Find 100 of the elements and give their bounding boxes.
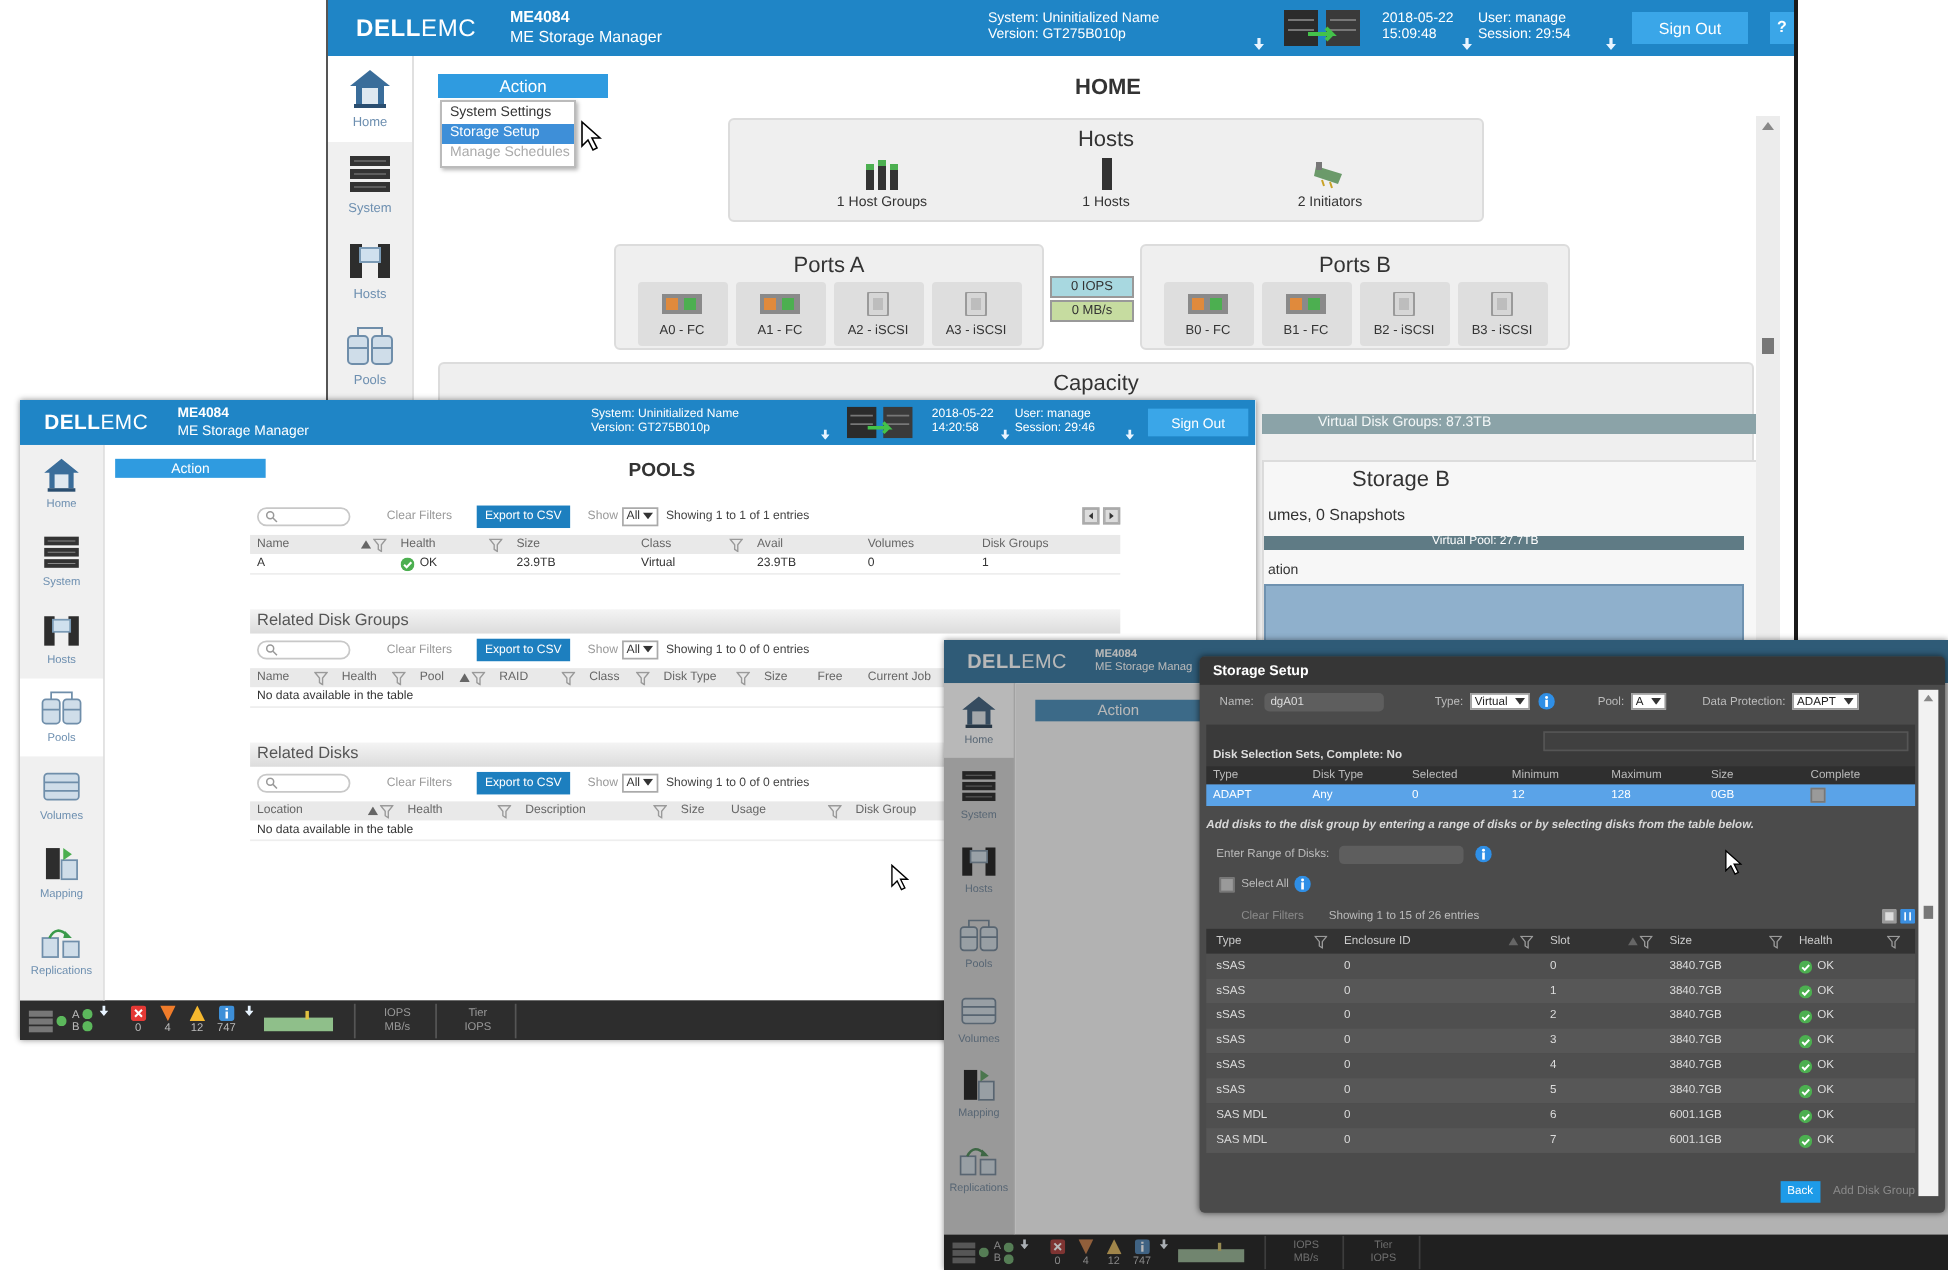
check-icon (400, 556, 415, 571)
server-icon (958, 842, 999, 880)
filter-icon[interactable] (1314, 934, 1328, 948)
scroll-up-icon[interactable] (1762, 122, 1774, 130)
filter-icon[interactable] (379, 803, 394, 818)
filter-icon[interactable] (497, 803, 512, 818)
sort-up-icon[interactable] (367, 806, 379, 816)
search-icon (265, 643, 278, 656)
page-title: POOLS (626, 458, 698, 486)
search-field[interactable] (257, 772, 351, 792)
sort-up-icon[interactable] (1508, 937, 1519, 946)
inverted-triangle-icon[interactable] (159, 1005, 176, 1022)
sort-up-icon[interactable] (459, 673, 470, 682)
scrollbar[interactable] (1918, 689, 1939, 1197)
scroll-thumb[interactable] (1923, 905, 1934, 919)
caret-icon (643, 512, 654, 520)
filter-icon[interactable] (314, 670, 328, 685)
product-name: ME4084 (510, 8, 570, 28)
down-arrow-icon[interactable] (1160, 1238, 1169, 1249)
drive-enclosure-icon (958, 767, 999, 805)
help-button[interactable]: ? (1770, 12, 1794, 44)
filter-icon[interactable] (471, 670, 486, 685)
action-button[interactable]: Action (438, 74, 608, 98)
error-icon[interactable] (1050, 1238, 1065, 1254)
info-icon[interactable] (1134, 1238, 1150, 1254)
sort-up-icon[interactable] (1627, 937, 1638, 946)
server-arrow-icon (958, 1066, 999, 1104)
status-dot-icon (56, 1015, 67, 1026)
panel-title: Storage B (1352, 466, 1452, 494)
scroll-thumb[interactable] (1762, 338, 1774, 354)
server-icon (40, 611, 83, 650)
scroll-up-icon[interactable] (1923, 694, 1934, 702)
check-icon (1798, 959, 1813, 973)
sort-up-icon[interactable] (360, 540, 372, 549)
activity-graph (1178, 1242, 1246, 1263)
warning-icon[interactable] (189, 1005, 205, 1022)
panel-title: Capacity (1051, 370, 1141, 398)
drive-enclosure-icon[interactable] (952, 1240, 976, 1265)
filter-icon[interactable] (1639, 934, 1653, 948)
sign-out-button[interactable]: Sign Out (1632, 12, 1748, 44)
down-arrow-icon[interactable] (245, 1005, 255, 1016)
brand-logo: DELLEMC (965, 649, 1069, 674)
next-page-icon[interactable] (1103, 507, 1121, 525)
check-icon (1798, 1084, 1813, 1098)
filter-icon[interactable] (1769, 934, 1783, 948)
info-icon[interactable] (1293, 875, 1311, 893)
check-icon (1798, 1059, 1813, 1073)
caret-icon (643, 645, 654, 653)
panel-title: Ports B (1316, 252, 1394, 280)
check-icon (1798, 1009, 1813, 1023)
columns-icon[interactable] (1900, 908, 1916, 924)
search-field[interactable] (257, 639, 351, 659)
cursor-icon (890, 863, 910, 892)
filter-icon[interactable] (736, 670, 751, 685)
brand-logo: DELLEMC (354, 14, 479, 42)
filter-icon[interactable] (561, 670, 576, 685)
page-title: HOME (1073, 74, 1143, 104)
filter-icon[interactable] (1520, 934, 1534, 948)
export-icon[interactable] (1881, 908, 1897, 924)
linked-disks-icon (40, 688, 83, 727)
drive-enclosure-icon[interactable] (28, 1008, 53, 1033)
port-icon (662, 291, 702, 315)
server-icon (346, 238, 394, 282)
check-icon (1798, 1133, 1813, 1148)
filter-icon[interactable] (635, 670, 650, 685)
panel-title: Hosts (1075, 126, 1137, 154)
server-icon (1101, 158, 1111, 190)
caret-icon (1843, 698, 1854, 705)
filter-icon[interactable] (653, 803, 667, 818)
rack-icon[interactable] (846, 405, 913, 440)
server-group-icon (864, 158, 900, 190)
check-icon (1798, 984, 1813, 998)
home-icon (346, 66, 394, 110)
filter-icon[interactable] (729, 537, 744, 552)
port-icon (1188, 291, 1228, 315)
info-icon[interactable] (1475, 845, 1492, 863)
linked-disks-icon (958, 917, 999, 954)
down-arrow-icon[interactable] (1020, 1238, 1030, 1249)
home-icon (958, 693, 999, 730)
search-field[interactable] (257, 506, 351, 526)
filter-icon[interactable] (827, 803, 842, 818)
filter-icon[interactable] (1886, 934, 1901, 948)
inverted-triangle-icon[interactable] (1078, 1238, 1094, 1254)
down-arrow-icon[interactable] (100, 1005, 109, 1016)
previous-page-icon[interactable] (1082, 507, 1100, 525)
rack-icon[interactable] (1284, 8, 1360, 48)
filter-icon[interactable] (488, 537, 503, 552)
cursor-icon (580, 120, 602, 152)
scrollbar[interactable] (1756, 116, 1780, 640)
filter-icon[interactable] (391, 670, 406, 685)
status-dot-icon (978, 1247, 989, 1258)
caret-icon (1650, 698, 1661, 705)
cursor-icon (1724, 849, 1743, 876)
info-icon[interactable] (218, 1005, 235, 1022)
filter-icon[interactable] (372, 537, 387, 552)
product-subtitle: ME Storage Manager (510, 28, 663, 48)
error-icon[interactable] (130, 1005, 146, 1022)
info-icon[interactable] (1537, 693, 1555, 710)
activity-graph (264, 1009, 334, 1031)
checkbox[interactable] (1219, 876, 1235, 892)
